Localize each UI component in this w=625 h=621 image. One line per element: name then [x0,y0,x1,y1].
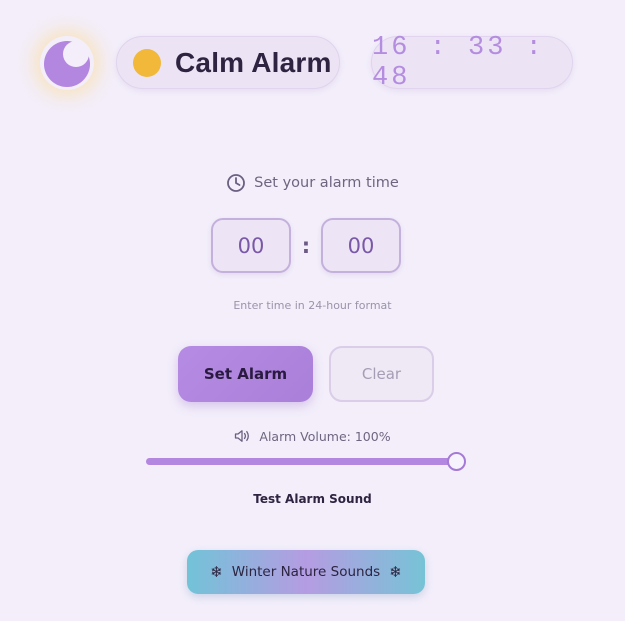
alarm-time-inputs: : [211,218,401,273]
set-alarm-button[interactable]: Set Alarm [178,346,313,402]
test-alarm-row: Test Alarm Sound [0,492,625,506]
clock-icon [226,173,246,193]
alarm-prompt-label: Set your alarm time [254,175,399,191]
snowflake-icon: ❄ [210,563,223,581]
snowflake-icon: ❄ [389,563,402,581]
volume-slider-fill [146,458,456,465]
alarm-prompt: Set your alarm time [0,171,625,195]
calm-alarm-app: Calm Alarm 16 : 33 : 48 Set your alarm t… [0,0,625,621]
volume-label: Alarm Volume: 100% [259,428,391,444]
alarm-minutes-input[interactable] [321,218,401,273]
clear-button[interactable]: Clear [329,346,434,402]
current-time-display: 16 : 33 : 48 [371,33,573,93]
alarm-hours-input[interactable] [211,218,291,273]
time-separator: : [301,233,311,258]
moon-icon [44,41,90,87]
winter-nature-sounds-button[interactable]: ❄ Winter Nature Sounds ❄ [187,550,425,594]
app-title: Calm Alarm [175,46,332,78]
volume-label-row: Alarm Volume: 100% [0,427,625,445]
sun-icon [133,48,161,77]
theme-toggle-button[interactable] [40,36,94,90]
speaker-icon [234,429,251,443]
volume-slider-thumb[interactable] [446,452,466,471]
nature-sounds-label: Winter Nature Sounds [231,564,381,580]
test-alarm-sound-button[interactable]: Test Alarm Sound [253,492,371,506]
app-title-badge: Calm Alarm [116,36,340,89]
current-time: 16 : 33 : 48 [372,32,545,93]
time-format-hint: Enter time in 24-hour format [233,299,392,312]
volume-slider[interactable] [146,458,456,465]
